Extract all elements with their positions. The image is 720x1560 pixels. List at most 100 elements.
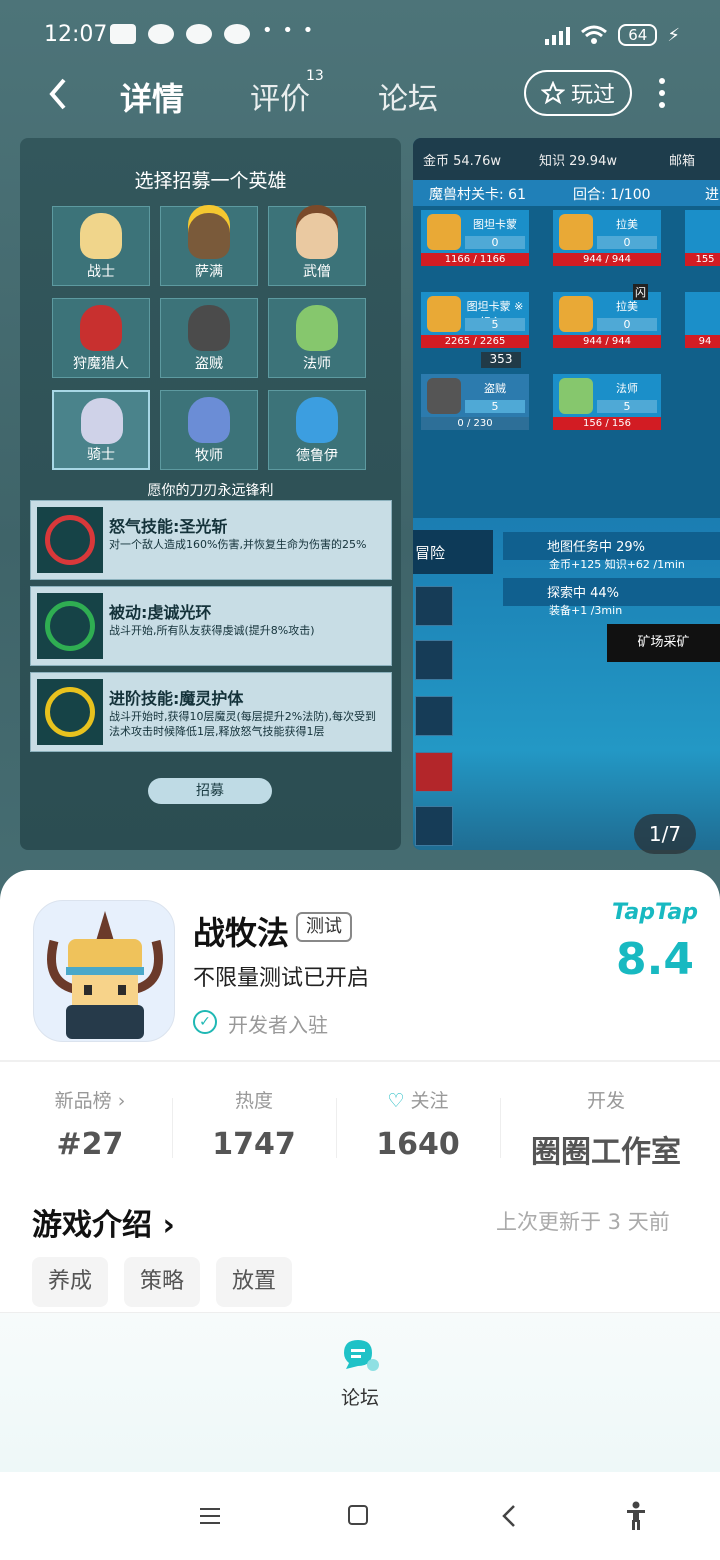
status-time: 12:07: [44, 22, 108, 47]
game-screenshot-1[interactable]: 选择招募一个英雄 战士 萨满 武僧 狩魔猎人 盗贼 法师 骑士 牧师 德鲁伊 愿…: [20, 138, 401, 850]
skill-badge: [37, 593, 103, 659]
app-name: 战牧法: [193, 914, 290, 952]
forum-icon[interactable]: [340, 1337, 380, 1373]
stat-follow[interactable]: ♡ 关注 1640: [358, 1086, 478, 1162]
tag-strategy[interactable]: 策略: [124, 1257, 201, 1307]
explore-task-detail: 装备+1 /3min: [549, 604, 623, 617]
skill-desc: 战斗开始时,获得10层魔灵(每层提升2%法防),每次受到法术攻击时候降低1层,释…: [109, 710, 377, 738]
hero-card: 萨满: [160, 206, 258, 286]
unit-card: 法师 5 156 / 156: [553, 374, 661, 430]
warrior-portrait: [80, 213, 122, 259]
skill-name: 怒气技能:圣光斩: [109, 517, 228, 536]
lamei-portrait: [559, 214, 593, 250]
viking-icon: [47, 911, 163, 1039]
passive-skill-icon: [45, 601, 95, 651]
stat-value: #27: [56, 1127, 124, 1162]
stat-label: 新品榜 ›: [54, 1090, 126, 1112]
tab-forum[interactable]: 论坛: [378, 74, 438, 118]
hero-card: 法师: [268, 298, 366, 378]
hero-name: 战士: [87, 264, 115, 280]
unit-hp: 156 / 156: [553, 417, 661, 430]
unit-name: 图坦卡蒙: [473, 218, 517, 231]
stat-value: 1747: [212, 1127, 296, 1162]
message-icon: [110, 24, 136, 44]
scroll-icon: [415, 696, 453, 736]
forum-label[interactable]: 论坛: [0, 1383, 720, 1410]
skill-name: 进阶技能:魔灵护体: [109, 689, 244, 708]
helmet-icon: [415, 586, 453, 626]
tab-reviews[interactable]: 评价: [250, 74, 310, 118]
home-icon[interactable]: [338, 1498, 378, 1534]
game-intro-link[interactable]: 游戏介绍 ›: [32, 1200, 175, 1244]
skill-card: 被动:虔诚光环 战斗开始,所有队友获得虔诚(提升8%攻击): [30, 586, 392, 666]
hero-card: 战士: [52, 206, 150, 286]
hero-name: 牧师: [195, 448, 223, 464]
hero-motto: 愿你的刀刃永远锋利: [147, 483, 274, 499]
mine-label: 矿场采矿: [607, 624, 720, 662]
unit-card-partial: 94: [685, 292, 720, 348]
more-options-icon[interactable]: [656, 78, 668, 110]
hero-name: 萨满: [195, 264, 223, 280]
unit-name: 盗贼: [484, 382, 506, 395]
separator: [172, 1098, 173, 1158]
unit-card: 盗贼 5 0 / 230: [421, 374, 529, 430]
skill-badge: [37, 507, 103, 573]
stat-new-rank[interactable]: 新品榜 › #27: [30, 1086, 150, 1162]
hero-name: 骑士: [87, 447, 115, 463]
monk-portrait: [296, 213, 338, 259]
tag-idle[interactable]: 放置: [216, 1257, 293, 1307]
unit-hp: 155: [685, 253, 720, 266]
recruit-button: 招募: [148, 778, 272, 804]
skill-desc: 战斗开始,所有队友获得虔诚(提升8%攻击): [109, 624, 315, 637]
menu-icon[interactable]: [190, 1498, 230, 1534]
wifi-icon: [581, 25, 608, 44]
unit-level: 0: [465, 236, 525, 249]
screenshot-counter: 1/7: [634, 814, 696, 854]
pharaoh-lord-portrait: [427, 296, 461, 332]
app-score: 8.4: [616, 934, 694, 985]
top-navigation: 详情 评价 13 论坛 玩过: [0, 68, 720, 120]
review-count: 13: [306, 68, 324, 84]
battery-indicator: 64: [618, 24, 658, 46]
heart-plus-icon: ♡: [387, 1090, 405, 1112]
stat-popularity: 热度 1747: [194, 1086, 314, 1162]
more-notifications: • • •: [262, 20, 316, 41]
unit-hp: 1166 / 1166: [421, 253, 529, 266]
hero-name: 德鲁伊: [296, 448, 338, 464]
stat-label: 热度: [234, 1090, 273, 1112]
notification-icons: • • •: [110, 20, 315, 44]
lamei-portrait: [559, 296, 593, 332]
rogue-portrait: [427, 378, 461, 414]
skill-card: 进阶技能:魔灵护体 战斗开始时,获得10层魔灵(每层提升2%法防),每次受到法术…: [30, 672, 392, 752]
unit-hp: 944 / 944: [553, 335, 661, 348]
priest-portrait: [188, 397, 230, 443]
status-bar: 12:07 • • • 64 ⚡: [0, 0, 720, 72]
back-icon[interactable]: [42, 74, 76, 114]
accessibility-icon[interactable]: [616, 1498, 656, 1534]
druid-portrait: [296, 397, 338, 443]
tab-details[interactable]: 详情: [120, 74, 184, 120]
system-nav-bar: [0, 1472, 720, 1560]
screenshot-carousel[interactable]: 12:07 • • • 64 ⚡ 详情 评价 13 论坛 玩过 选择招募一个英雄…: [0, 0, 720, 900]
hero-card: 盗贼: [160, 298, 258, 378]
hero-card-selected: 骑士: [52, 390, 150, 470]
charging-icon: ⚡: [667, 24, 680, 46]
unit-card-partial: 155: [685, 210, 720, 266]
tag-nurture[interactable]: 养成: [32, 1257, 109, 1307]
game-screenshot-2[interactable]: 金币 54.76w 知识 29.94w 邮箱 魔兽村关卡: 61 回合: 1/1…: [413, 138, 720, 850]
unit-card: 图坦卡蒙 0 1166 / 1166: [421, 210, 529, 266]
unit-level: 0: [597, 318, 657, 331]
last-updated: 上次更新于 3 天前: [496, 1210, 670, 1234]
map-task-detail: 金币+125 知识+62 /1min: [549, 558, 685, 571]
hero-card: 武僧: [268, 206, 366, 286]
back-nav-icon[interactable]: [490, 1498, 530, 1534]
skill-desc: 对一个敌人造成160%伤害,并恢复生命为伤害的25%: [109, 538, 367, 551]
separator: [336, 1098, 337, 1158]
hero-name: 武僧: [303, 264, 331, 280]
played-button[interactable]: 玩过: [524, 70, 632, 116]
unit-hp: 0 / 230: [421, 417, 529, 430]
signal-icon: [545, 25, 571, 45]
stat-developer[interactable]: 开发 圈圈工作室: [516, 1086, 696, 1171]
follow-label: 关注: [410, 1090, 449, 1112]
hero-grid: 战士 萨满 武僧 狩魔猎人 盗贼 法师 骑士 牧师 德鲁伊: [52, 206, 366, 470]
